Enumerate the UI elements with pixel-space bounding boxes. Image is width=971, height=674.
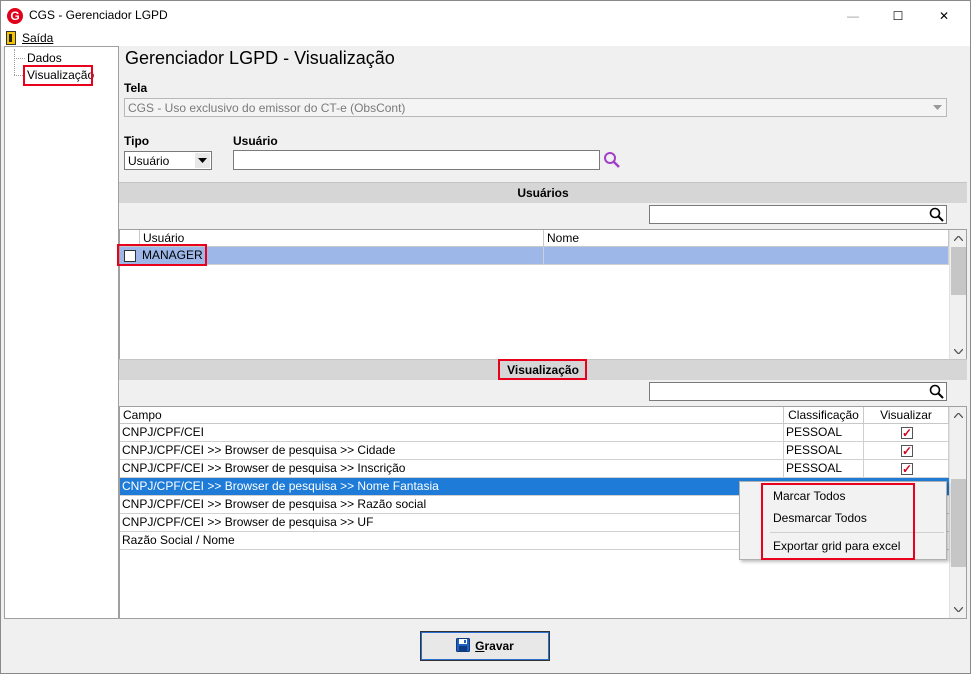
search-icon[interactable] — [929, 207, 944, 225]
table-row[interactable]: CNPJ/CPF/CEI >> Browser de pesquisa >> I… — [120, 460, 949, 478]
menu-bar: Saída — [1, 30, 970, 46]
cell-nome — [544, 247, 949, 265]
close-button[interactable]: ✕ — [921, 1, 967, 30]
vertical-scrollbar[interactable] — [949, 407, 966, 618]
scrollbar-thumb[interactable] — [951, 479, 966, 567]
usuarios-grid: Usuário Nome MANAGER — [119, 229, 967, 361]
tipo-value: Usuário — [128, 154, 170, 168]
column-header-campo[interactable]: Campo — [120, 407, 784, 424]
menu-exit[interactable]: Saída — [22, 31, 53, 45]
tree-item-dados[interactable]: Dados — [27, 51, 62, 65]
chevron-up-icon[interactable] — [950, 407, 967, 424]
highlight-box — [117, 244, 207, 266]
tela-select[interactable]: CGS - Uso exclusivo do emissor do CT-e (… — [124, 98, 947, 117]
search-icon[interactable] — [929, 384, 944, 402]
tree-connector — [14, 58, 25, 59]
tela-value: CGS - Uso exclusivo do emissor do CT-e (… — [128, 101, 406, 115]
chevron-down-icon[interactable] — [195, 153, 210, 168]
app-window: G CGS - Gerenciador LGPD — ☐ ✕ Saída Dad… — [0, 0, 971, 674]
save-label: Gravar — [475, 639, 514, 653]
chevron-down-icon[interactable] — [929, 99, 946, 116]
cell-classificacao: PESSOAL — [784, 442, 864, 460]
section-header-usuarios: Usuários — [119, 182, 967, 203]
vertical-scrollbar[interactable] — [949, 230, 966, 360]
cell-campo: CNPJ/CPF/CEI >> Browser de pesquisa >> R… — [120, 496, 784, 514]
window-title: CGS - Gerenciador LGPD — [29, 8, 168, 22]
cell-classificacao: PESSOAL — [784, 460, 864, 478]
cell-campo: CNPJ/CPF/CEI >> Browser de pesquisa >> N… — [122, 479, 439, 493]
column-header-nome[interactable]: Nome — [544, 230, 949, 247]
grid-header: Campo Classificação Visualizar — [120, 407, 949, 424]
table-row[interactable]: MANAGER — [120, 247, 949, 265]
chevron-down-icon[interactable] — [950, 343, 967, 360]
navigation-tree: Dados Visualização — [4, 46, 119, 619]
search-icon[interactable] — [603, 151, 621, 172]
floppy-disk-icon — [456, 637, 471, 655]
table-row[interactable]: CNPJ/CPF/CEI >> Browser de pesquisa >> C… — [120, 442, 949, 460]
column-header-visualizar[interactable]: Visualizar — [864, 407, 949, 424]
title-bar: G CGS - Gerenciador LGPD — ☐ ✕ — [1, 1, 970, 30]
cell-visualizar — [864, 460, 949, 478]
visualizar-checkbox[interactable] — [901, 443, 913, 460]
tree-connector — [14, 49, 15, 75]
door-exit-icon — [6, 31, 16, 45]
cell-campo: Razão Social / Nome — [120, 532, 784, 550]
save-button[interactable]: Gravar — [420, 631, 550, 661]
tipo-select[interactable]: Usuário — [124, 151, 212, 170]
visualizacao-search-input[interactable] — [649, 382, 947, 401]
usuario-label: Usuário — [233, 134, 278, 148]
cell-campo: CNPJ/CPF/CEI >> Browser de pesquisa >> C… — [120, 442, 784, 460]
tela-label: Tela — [124, 81, 148, 95]
cell-visualizar — [864, 442, 949, 460]
visualizar-checkbox[interactable] — [901, 425, 913, 442]
maximize-button[interactable]: ☐ — [875, 1, 921, 30]
cell-classificacao: PESSOAL — [784, 424, 864, 442]
scrollbar-thumb[interactable] — [951, 247, 966, 295]
highlight-box — [23, 65, 93, 86]
usuarios-search-input[interactable] — [649, 205, 947, 224]
visualizar-checkbox[interactable] — [901, 461, 913, 478]
table-row[interactable]: CNPJ/CPF/CEI PESSOAL — [120, 424, 949, 442]
chevron-up-icon[interactable] — [950, 230, 967, 247]
cell-campo: CNPJ/CPF/CEI >> Browser de pesquisa >> I… — [120, 460, 784, 478]
page-title: Gerenciador LGPD - Visualização — [125, 48, 395, 68]
cell-visualizar — [864, 424, 949, 442]
highlight-box — [498, 359, 587, 380]
minimize-button[interactable]: — — [830, 1, 876, 30]
grid-header: Usuário Nome — [120, 230, 949, 247]
usuario-input[interactable] — [233, 150, 600, 170]
cell-campo: CNPJ/CPF/CEI — [120, 424, 784, 442]
cell-campo: CNPJ/CPF/CEI >> Browser de pesquisa >> U… — [120, 514, 784, 532]
tipo-label: Tipo — [124, 134, 150, 148]
chevron-down-icon[interactable] — [950, 601, 967, 618]
highlight-box — [761, 483, 915, 560]
column-header-classificacao[interactable]: Classificação — [784, 407, 864, 424]
app-logo-icon: G — [7, 8, 23, 24]
